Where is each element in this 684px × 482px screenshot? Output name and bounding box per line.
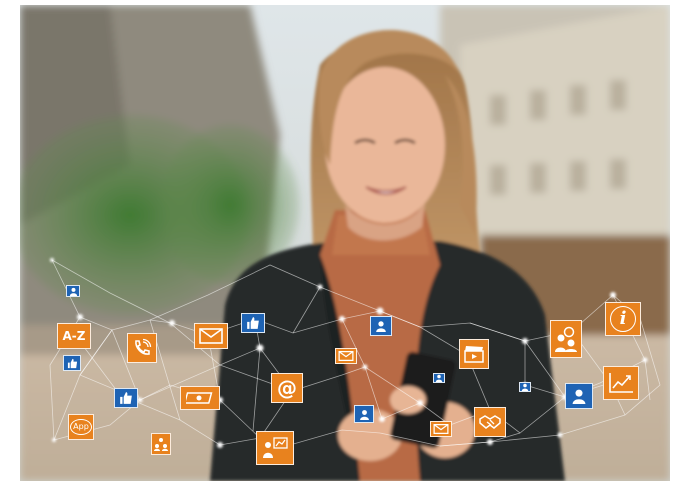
user-icon [66, 285, 80, 297]
team-icon [550, 320, 582, 358]
user-icon [370, 316, 392, 336]
envelope-icon [430, 421, 452, 437]
presenter-chart-icon [256, 431, 294, 465]
info-icon-label: i [610, 306, 636, 332]
thumbs-up-icon [63, 355, 81, 371]
info-icon: i [605, 302, 641, 336]
at-sign-icon-label: @ [277, 376, 297, 400]
team-icon [151, 433, 171, 455]
thumbs-up-icon [114, 388, 138, 408]
envelope-icon [194, 323, 228, 349]
app-icon: App [68, 414, 94, 440]
handshake-icon [474, 407, 506, 437]
clapperboard-icon [459, 339, 489, 369]
a-z-icon: A-Z [57, 323, 91, 349]
money-bill-icon [180, 386, 220, 410]
thumbs-up-icon [241, 313, 265, 333]
app-icon-label: App [70, 419, 92, 435]
hero-photo: A-Z App @ i [20, 5, 670, 481]
user-icon [433, 373, 445, 383]
at-sign-icon: @ [271, 373, 303, 403]
photo-scene [20, 5, 670, 481]
a-z-icon-label: A-Z [62, 329, 86, 343]
envelope-icon [335, 348, 357, 364]
user-icon [519, 382, 531, 392]
phone-call-icon [127, 333, 157, 363]
user-icon [565, 383, 593, 409]
chart-icon [603, 366, 639, 400]
user-icon [354, 405, 374, 423]
